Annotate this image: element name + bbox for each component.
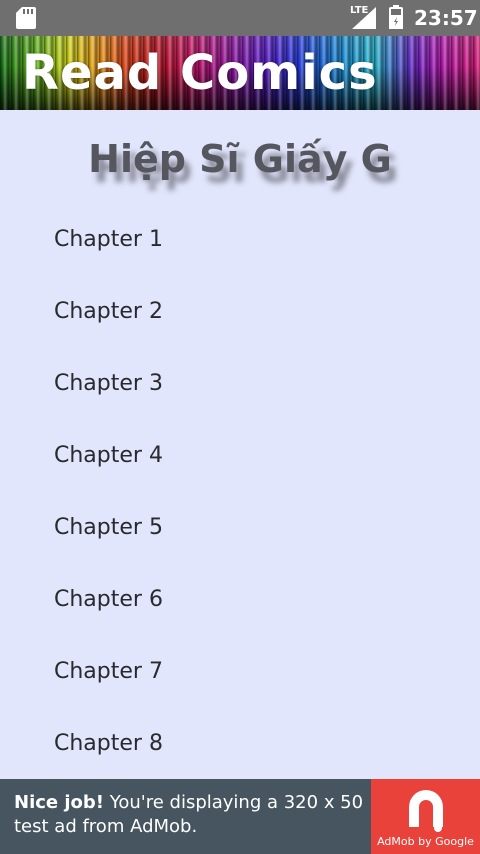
chapter-item[interactable]: Chapter 5 bbox=[0, 491, 480, 563]
chapter-item[interactable]: Chapter 6 bbox=[0, 563, 480, 635]
admob-icon bbox=[409, 790, 443, 832]
sd-card-icon bbox=[16, 7, 36, 29]
chapter-item[interactable]: Chapter 3 bbox=[0, 347, 480, 419]
comic-title: Hiệp Sĩ Giấy G bbox=[88, 137, 392, 181]
admob-logo[interactable]: AdMob by Google bbox=[371, 779, 480, 854]
admob-label: AdMob by Google bbox=[377, 835, 474, 848]
clock: 23:57 bbox=[414, 6, 478, 30]
ad-text[interactable]: Nice job! You're displaying a 320 x 50 t… bbox=[14, 791, 364, 839]
chapter-item[interactable]: Chapter 2 bbox=[0, 275, 480, 347]
ad-headline: Nice job! bbox=[14, 792, 105, 813]
chapter-item[interactable]: Chapter 4 bbox=[0, 419, 480, 491]
status-bar: LTE 23:57 bbox=[0, 0, 480, 36]
chapter-item[interactable]: Chapter 7 bbox=[0, 635, 480, 707]
chapter-item[interactable]: Chapter 8 bbox=[0, 707, 480, 779]
chapter-item[interactable]: Chapter 1 bbox=[0, 203, 480, 275]
battery-icon bbox=[389, 5, 403, 29]
app-banner: Read Comics bbox=[0, 36, 480, 110]
banner-title: Read Comics bbox=[22, 45, 378, 101]
chapter-list: Chapter 1 Chapter 2 Chapter 3 Chapter 4 … bbox=[0, 203, 480, 779]
ad-banner[interactable]: Nice job! You're displaying a 320 x 50 t… bbox=[0, 779, 480, 854]
signal-icon bbox=[352, 7, 376, 29]
